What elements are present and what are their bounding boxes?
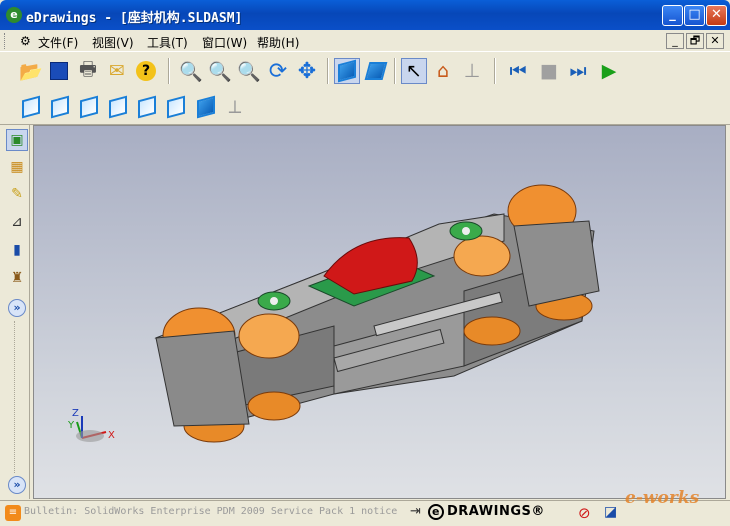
stop-icon[interactable]: ■ [536, 58, 562, 84]
packer-mechanism-model [154, 184, 600, 443]
toolbar-separator [327, 58, 329, 84]
plane-icon[interactable]: ⟂ [222, 94, 248, 120]
edrawings-logo-icon: e [428, 504, 444, 520]
menu-bar: ⚙ 文件(F) 视图(V) 工具(T) 窗口(W) 帮助(H) _ 🗗 ✕ [0, 30, 730, 52]
menu-file[interactable]: 文件(F) [38, 34, 78, 51]
email-icon[interactable]: ✉ [104, 58, 130, 84]
next-frame-icon[interactable]: ⏭ [565, 58, 591, 84]
front-view-icon[interactable] [18, 94, 44, 120]
home-icon[interactable]: ⌂ [430, 58, 456, 84]
expand-panel-icon[interactable]: » [8, 476, 26, 494]
watermark-text: e-works [625, 488, 700, 508]
edrawings-app-icon[interactable]: e [6, 7, 22, 23]
toolbar-separator [168, 58, 170, 84]
mdi-close-button[interactable]: ✕ [706, 33, 724, 49]
save-icon[interactable] [46, 58, 72, 84]
arrow-right-icon: ⇥ [410, 504, 421, 519]
brand-label: DRAWINGS® [447, 504, 545, 519]
sidebar-divider [14, 321, 17, 473]
assembly-model[interactable]: X Y Z [34, 126, 725, 498]
maximize-button[interactable]: □ [684, 5, 705, 26]
stamp-icon[interactable]: ♜ [6, 267, 28, 289]
model-viewport[interactable]: X Y Z [33, 125, 726, 499]
bottom-view-icon[interactable] [163, 94, 189, 120]
z-axis-label: Z [72, 408, 79, 419]
axis-triad: X Y Z [67, 408, 115, 442]
left-sidebar: ▣ ▦ ✎ ⊿ ▮ ♜ » » [4, 125, 30, 499]
rss-feed-icon[interactable]: ≡ [5, 505, 21, 521]
menu-view[interactable]: 视图(V) [92, 34, 134, 51]
shaded-view-icon[interactable] [334, 58, 360, 84]
explode-icon[interactable]: ⊥ [459, 58, 485, 84]
toolbar-separator [394, 58, 396, 84]
close-button[interactable]: ✕ [706, 5, 727, 26]
measure-icon[interactable]: ⊿ [6, 211, 28, 233]
zoom-icon[interactable]: 🔍 [236, 58, 262, 84]
play-icon[interactable]: ▶ [596, 58, 622, 84]
menu-help[interactable]: 帮助(H) [257, 34, 299, 51]
isometric-view-icon[interactable] [193, 94, 219, 120]
select-icon[interactable]: ↖ [401, 58, 427, 84]
left-view-icon[interactable] [76, 94, 102, 120]
help-icon[interactable]: ? [133, 58, 159, 84]
menu-icon: ⚙ [20, 34, 31, 48]
toolbar-grip[interactable] [4, 33, 7, 49]
measure-status-icon[interactable]: ◪ [604, 504, 617, 520]
x-axis-label: X [108, 430, 115, 441]
title-bar[interactable]: e eDrawings - [座封机构.SLDASM] _ □ ✕ [0, 0, 730, 30]
back-view-icon[interactable] [47, 94, 73, 120]
expand-sidebar-icon[interactable]: » [8, 299, 26, 317]
right-view-icon[interactable] [105, 94, 131, 120]
view-toolbar: ⟂ [0, 89, 730, 125]
markup-icon[interactable]: ✎ [6, 183, 28, 205]
print-icon[interactable]: 🖶 [75, 58, 101, 84]
main-toolbar: 📂 🖶 ✉ ? 🔍 🔍 🔍 ⟳ ✥ ↖ ⌂ ⊥ ⏮ ■ ⏭ ▶ [0, 53, 730, 89]
mdi-minimize-button[interactable]: _ [666, 33, 684, 49]
top-view-icon[interactable] [134, 94, 160, 120]
configurations-icon[interactable]: ▦ [6, 156, 28, 178]
bulletin-text[interactable]: Bulletin: SolidWorks Enterprise PDM 2009… [24, 506, 397, 517]
no-entry-icon[interactable]: ⊘ [578, 504, 591, 522]
status-bar: ≡ Bulletin: SolidWorks Enterprise PDM 20… [0, 500, 730, 526]
y-axis-label: Y [67, 420, 75, 431]
zoom-to-fit-icon[interactable]: 🔍 [178, 58, 204, 84]
zoom-area-icon[interactable]: 🔍 [207, 58, 233, 84]
minimize-button[interactable]: _ [662, 5, 683, 26]
window-title: eDrawings - [座封机构.SLDASM] [26, 11, 243, 26]
edrawings-brand: e DRAWINGS® [428, 504, 545, 520]
menu-tools[interactable]: 工具(T) [147, 34, 188, 51]
pan-icon[interactable]: ✥ [294, 58, 320, 84]
first-frame-icon[interactable]: ⏮ [505, 58, 531, 84]
rotate-icon[interactable]: ⟳ [265, 58, 291, 84]
previous-view-icon[interactable] [363, 58, 389, 84]
components-icon[interactable]: ▣ [6, 129, 28, 151]
mdi-restore-button[interactable]: 🗗 [686, 33, 704, 49]
section-icon[interactable]: ▮ [6, 239, 28, 261]
toolbar-separator [494, 58, 496, 84]
open-icon[interactable]: 📂 [18, 58, 44, 84]
menu-window[interactable]: 窗口(W) [202, 34, 247, 51]
